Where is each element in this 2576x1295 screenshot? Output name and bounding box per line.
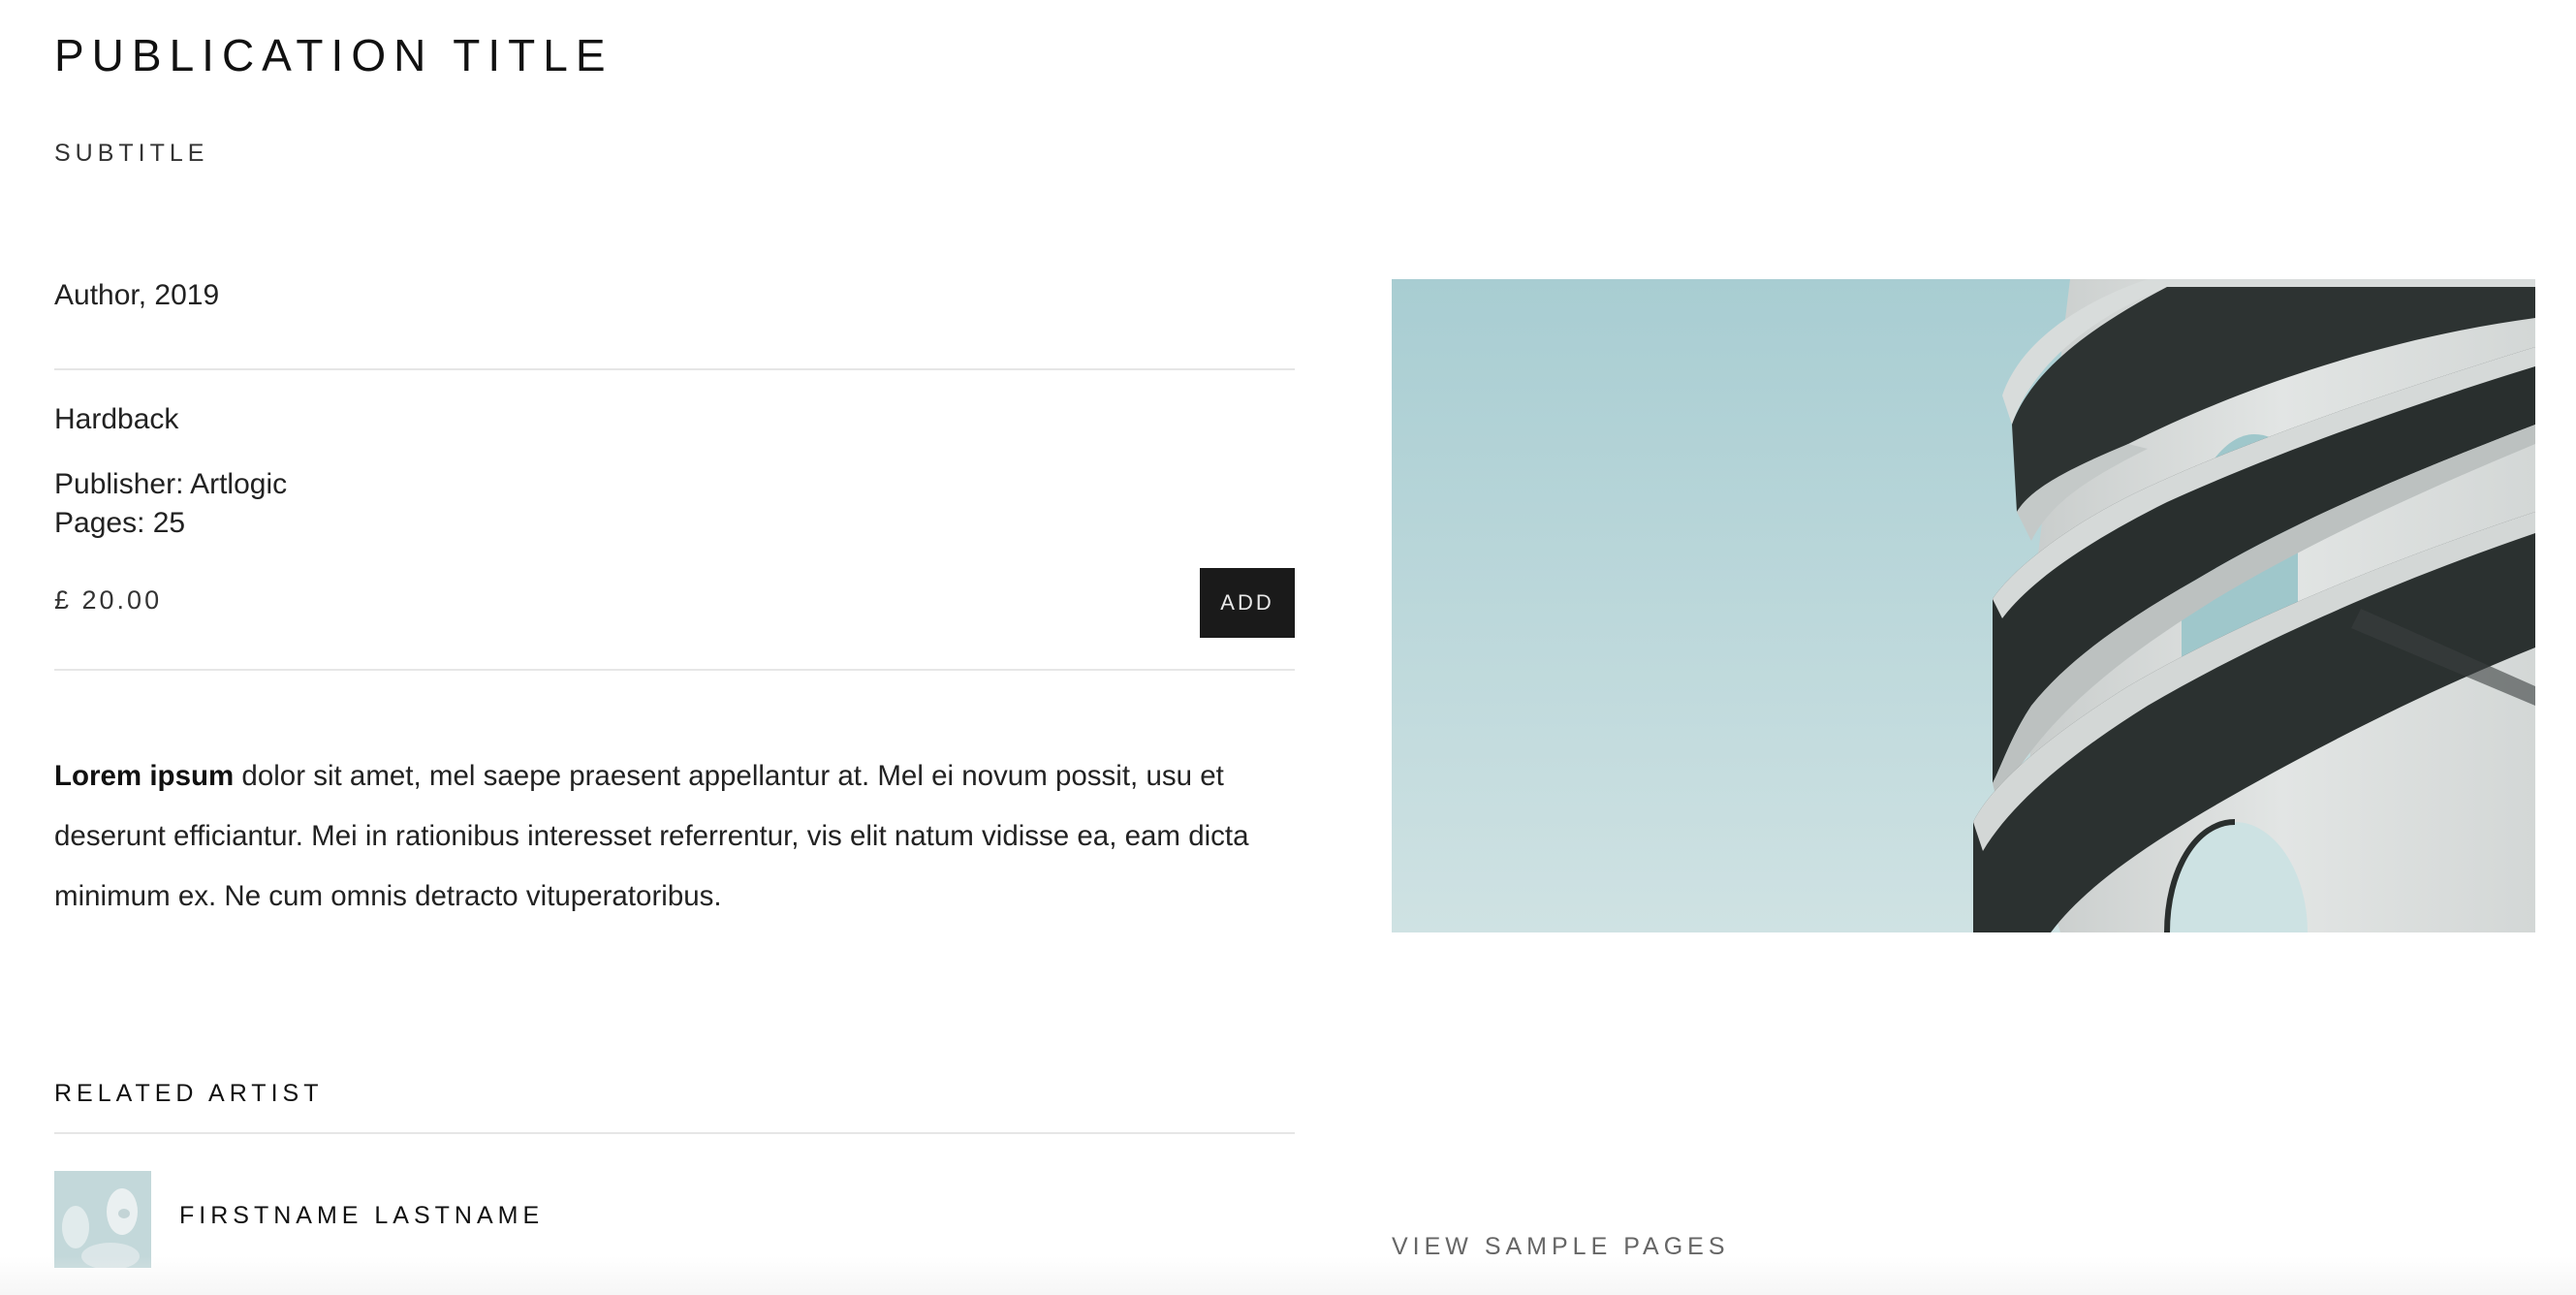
view-sample-pages-link[interactable]: VIEW SAMPLE PAGES [1392,1233,1730,1261]
format-label: Hardback [54,403,179,435]
architecture-image [1392,279,2535,932]
page-title: PUBLICATION TITLE [54,30,613,80]
artist-thumbnail[interactable] [54,1171,151,1268]
bottom-fade [0,1256,2576,1295]
description: Lorem ipsum dolor sit amet, mel saepe pr… [54,746,1304,927]
description-lead: Lorem ipsum [54,760,235,792]
publisher-label: Publisher: Artlogic [54,468,288,500]
add-to-cart-button[interactable]: ADD [1200,568,1295,638]
publication-meta: Publisher: Artlogic Pages: 25 [54,465,287,543]
pages-label: Pages: 25 [54,507,186,539]
divider [54,1132,1295,1134]
related-artist-link[interactable]: FIRSTNAME LASTNAME [179,1202,544,1230]
related-artist-heading: RELATED ARTIST [54,1080,324,1107]
price: £ 20.00 [54,585,163,615]
page-subtitle: SUBTITLE [54,140,209,167]
divider [54,669,1295,671]
description-body: dolor sit amet, mel saepe praesent appel… [54,760,1249,912]
artist-thumbnail-image [54,1171,151,1268]
divider [54,368,1295,370]
author-year: Author, 2019 [54,279,220,311]
publication-image[interactable] [1392,279,2535,932]
